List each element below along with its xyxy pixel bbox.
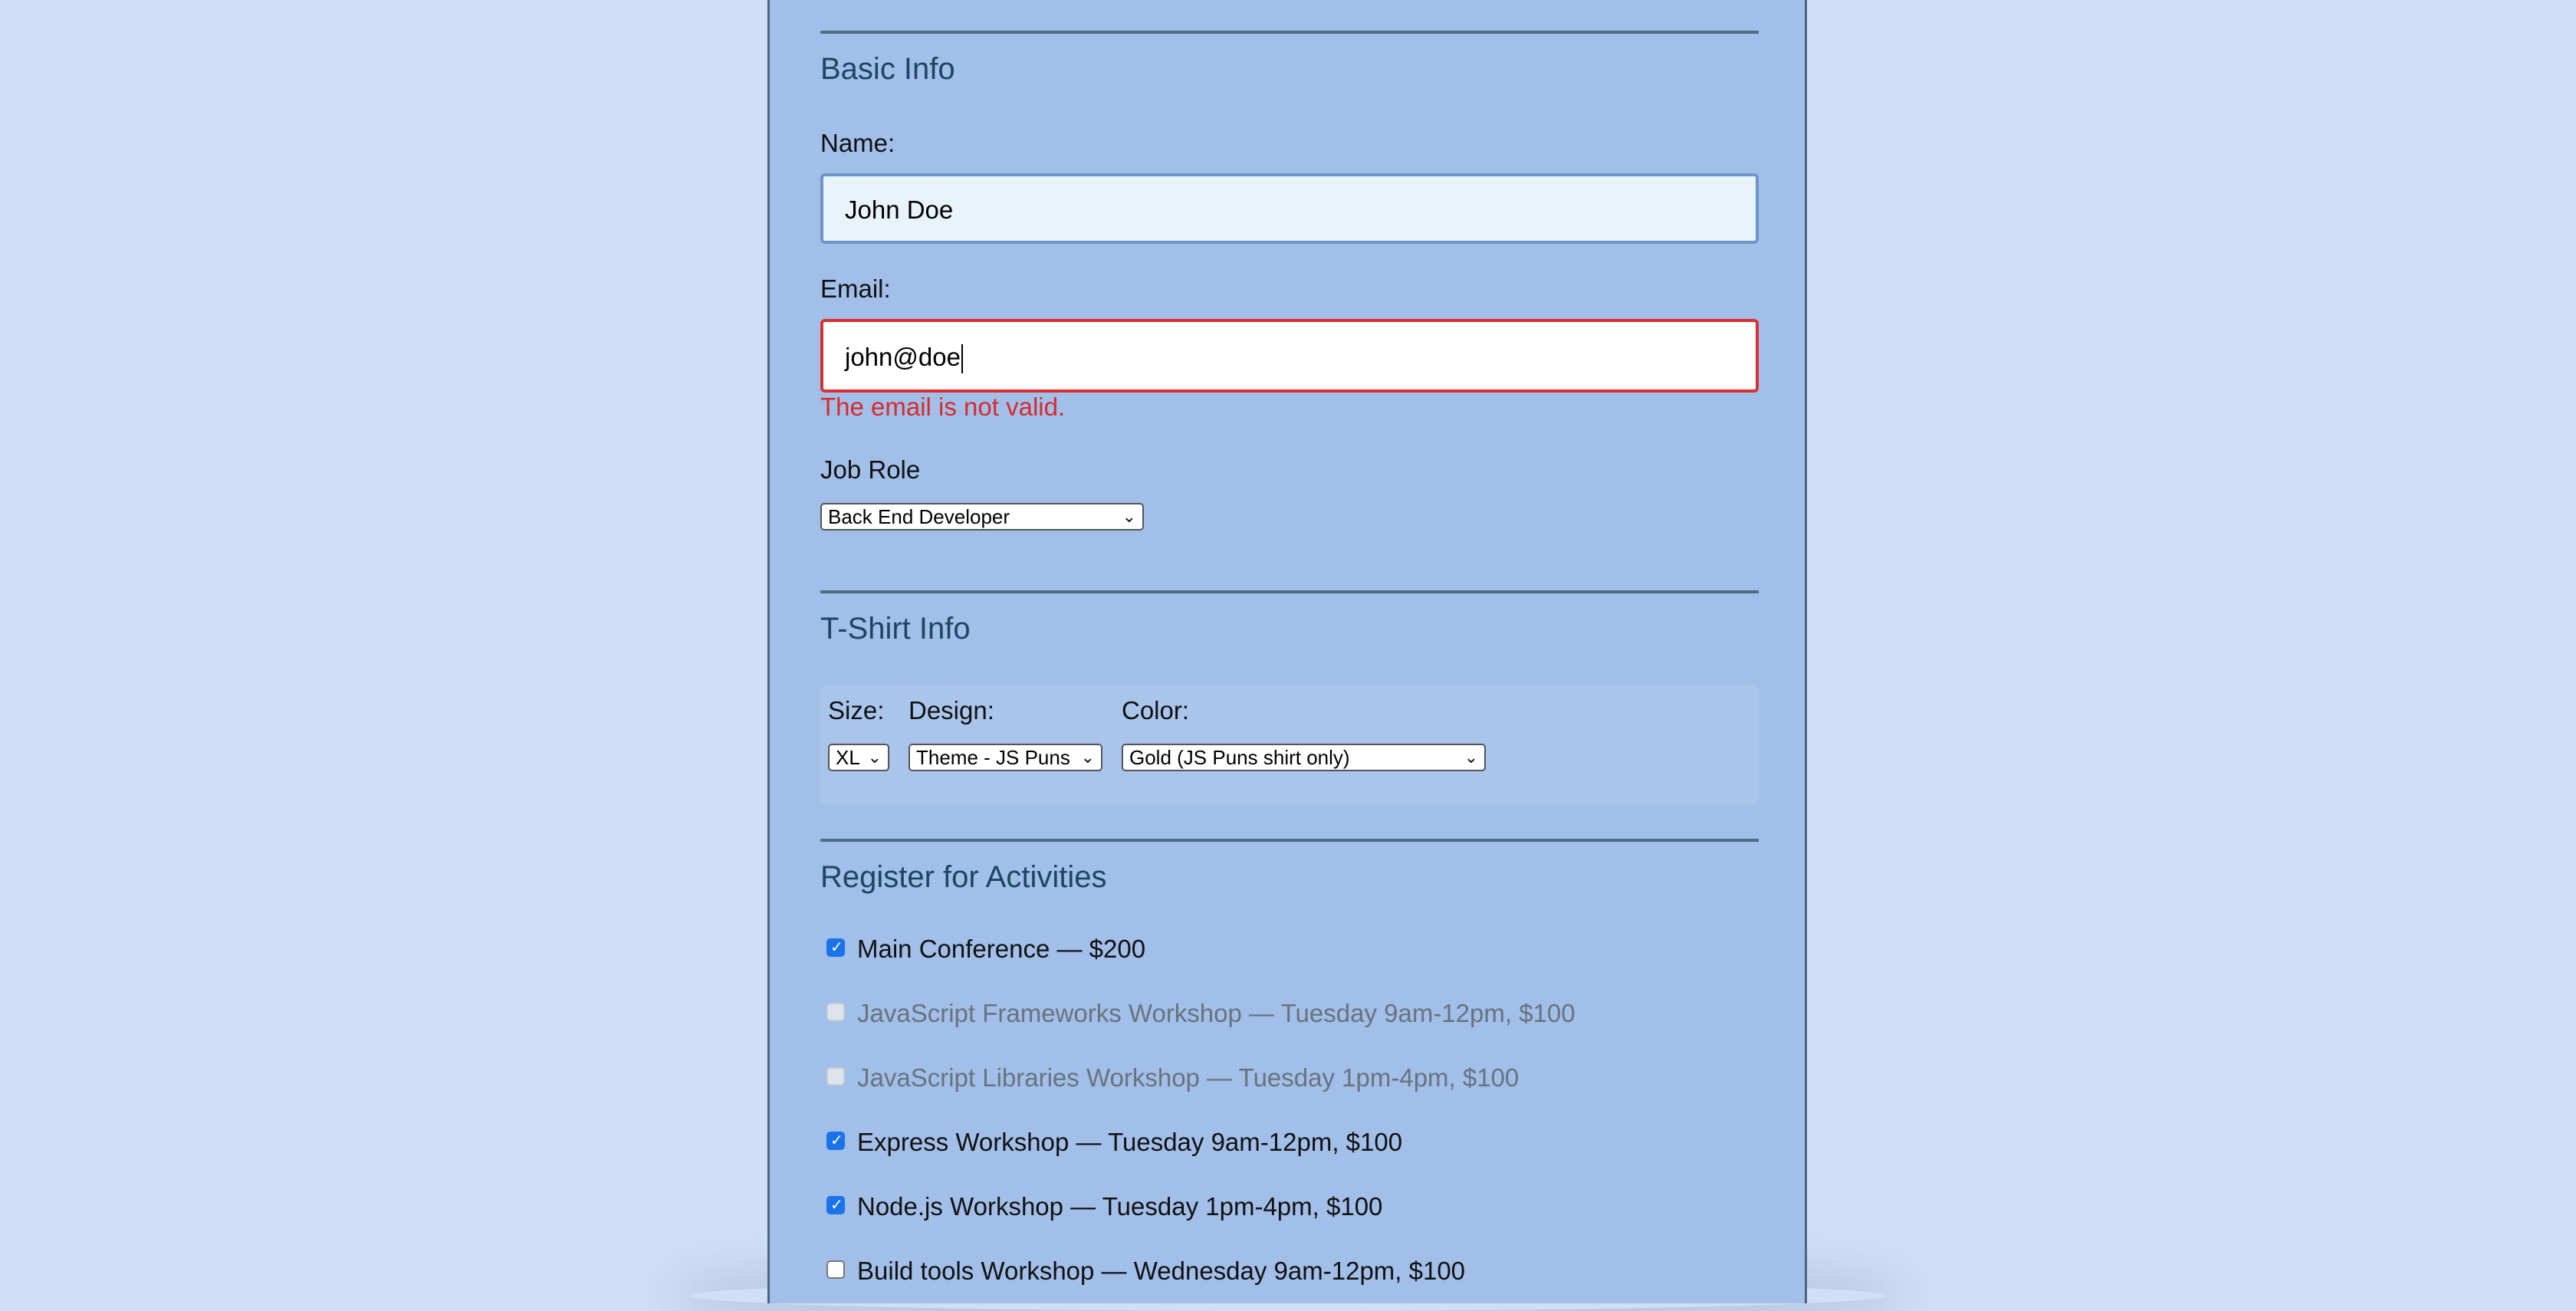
size-select[interactable]: XL ⌄ — [828, 744, 889, 771]
design-selected: Theme - JS Puns — [916, 746, 1070, 769]
color-label: Color: — [1122, 696, 1190, 724]
check-icon: ✓ — [830, 1132, 843, 1149]
size-label: Size: — [828, 696, 885, 724]
activity-label: Express Workshop — Tuesday 9am-12pm, $10… — [857, 1128, 1403, 1156]
text-cursor — [961, 344, 963, 374]
email-label: Email: — [820, 274, 891, 303]
check-icon: ✓ — [830, 1197, 843, 1214]
name-input[interactable]: John Doe — [820, 173, 1759, 244]
email-input[interactable]: john@doe — [820, 319, 1759, 393]
job-role-label: Job Role — [820, 455, 921, 484]
express-checkbox[interactable]: ✓ — [826, 1132, 845, 1150]
chevron-down-icon: ⌄ — [1122, 507, 1136, 526]
name-label: Name: — [820, 129, 895, 157]
js-frameworks-checkbox — [826, 1003, 845, 1021]
email-error-message: The email is not valid. — [820, 393, 1066, 421]
activity-label: JavaScript Libraries Workshop — Tuesday … — [857, 1063, 1520, 1092]
tshirt-info-legend: T-Shirt Info — [820, 612, 971, 646]
design-label: Design: — [909, 696, 994, 724]
email-input-value: john@doe — [845, 343, 961, 371]
section-divider — [820, 590, 1759, 593]
activities-legend: Register for Activities — [820, 860, 1107, 894]
basic-info-legend: Basic Info — [820, 52, 955, 86]
activity-label: JavaScript Frameworks Workshop — Tuesday… — [857, 999, 1576, 1027]
activity-label: Main Conference — $200 — [857, 935, 1146, 963]
color-selected: Gold (JS Puns shirt only) — [1129, 746, 1350, 769]
js-libraries-checkbox — [826, 1067, 845, 1086]
chevron-down-icon: ⌄ — [1080, 748, 1095, 767]
chevron-down-icon: ⌄ — [1464, 748, 1478, 767]
activity-label: Build tools Workshop — Wednesday 9am-12p… — [857, 1257, 1466, 1285]
name-input-value: John Doe — [845, 196, 954, 224]
check-icon: ✓ — [830, 939, 843, 956]
main-conference-checkbox[interactable]: ✓ — [826, 938, 845, 957]
nodejs-checkbox[interactable]: ✓ — [826, 1196, 845, 1214]
section-divider — [820, 839, 1759, 842]
design-select[interactable]: Theme - JS Puns ⌄ — [909, 744, 1102, 771]
job-role-select[interactable]: Back End Developer ⌄ — [820, 503, 1144, 531]
build-tools-checkbox[interactable] — [826, 1260, 845, 1279]
size-selected: XL — [836, 746, 860, 769]
chevron-down-icon: ⌄ — [867, 748, 882, 767]
job-role-selected: Back End Developer — [828, 505, 1010, 528]
section-divider — [820, 31, 1759, 34]
registration-form: Basic Info Name: John Doe Email: john@do… — [767, 0, 1807, 1303]
activity-label: Node.js Workshop — Tuesday 1pm-4pm, $100 — [857, 1192, 1383, 1221]
color-select[interactable]: Gold (JS Puns shirt only) ⌄ — [1122, 744, 1486, 771]
